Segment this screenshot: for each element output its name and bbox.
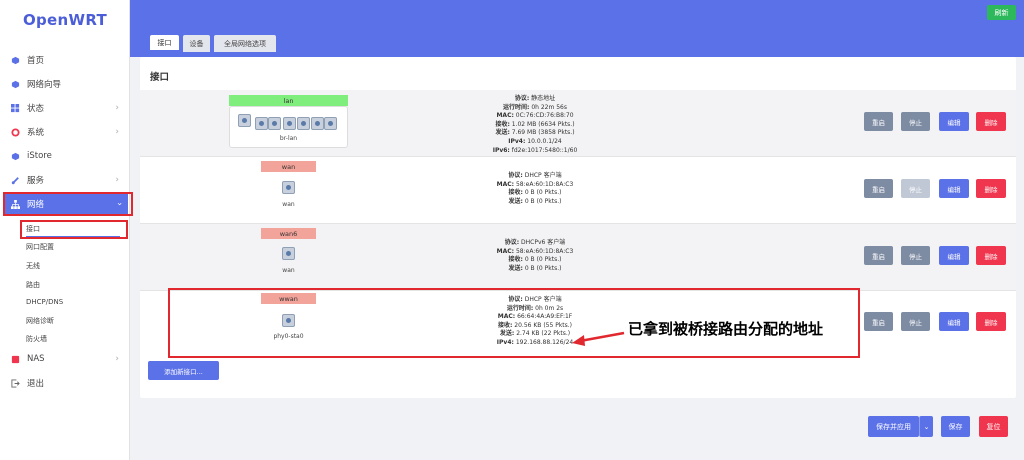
save-button[interactable]: 保存 bbox=[941, 416, 970, 437]
annotation-arrow-icon bbox=[572, 331, 625, 346]
annotation-text: 已拿到被桥接路由分配的地址 bbox=[628, 320, 824, 338]
add-interface-button[interactable]: 添加新接口... bbox=[148, 361, 219, 380]
save-apply-dropdown[interactable]: ⌄ bbox=[919, 416, 933, 437]
reset-button[interactable]: 复位 bbox=[979, 416, 1008, 437]
chevron-down-icon: ⌄ bbox=[923, 422, 930, 431]
save-apply-button[interactable]: 保存并应用 bbox=[868, 416, 919, 437]
